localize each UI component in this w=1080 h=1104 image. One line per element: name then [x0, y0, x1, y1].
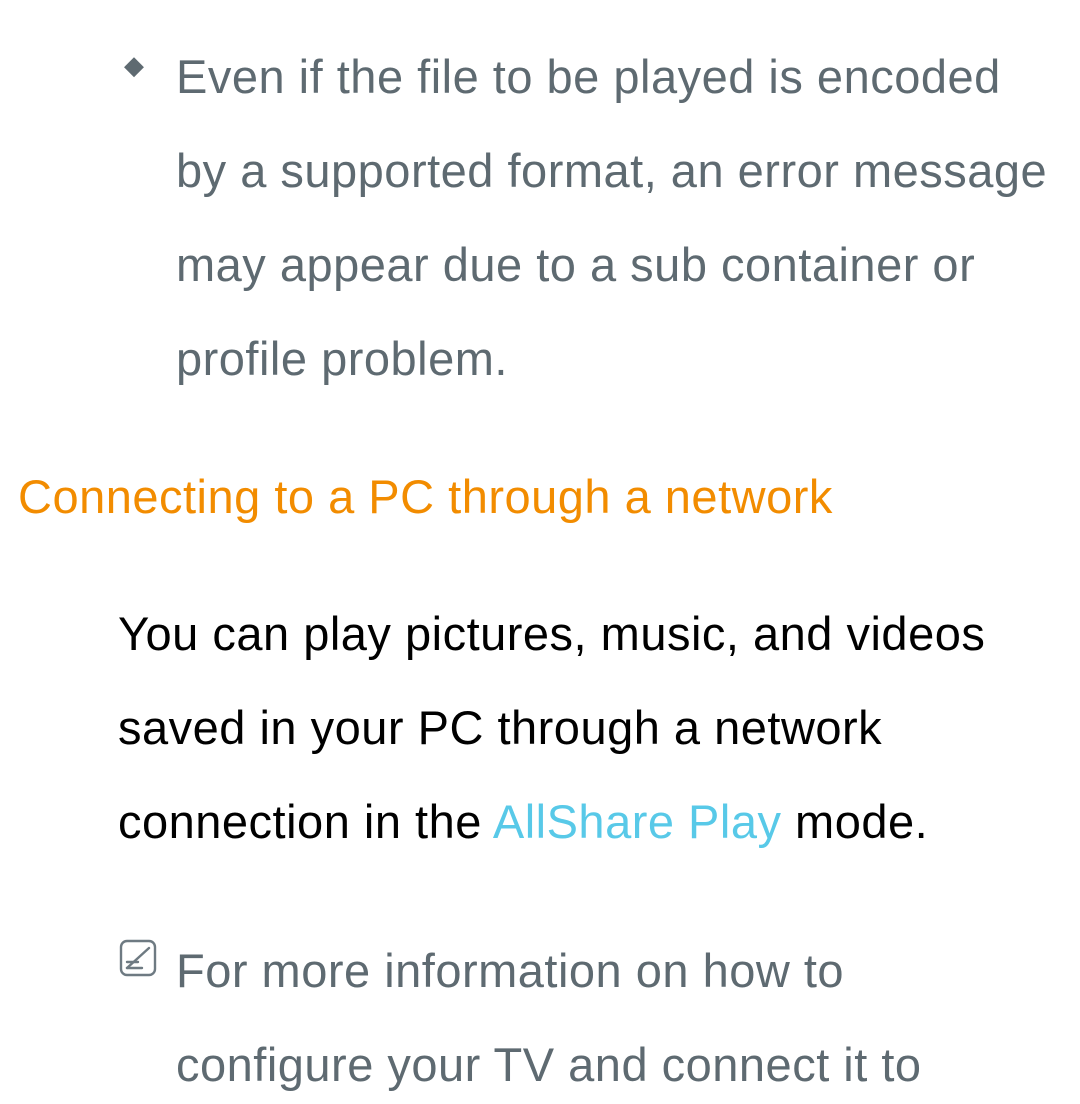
note-text: For more information on how to configure… [176, 924, 1050, 1104]
allshare-play-link: AllShare Play [493, 795, 782, 848]
note-item: For more information on how to configure… [118, 924, 1050, 1104]
diamond-bullet-icon: ◆ [118, 30, 176, 406]
paragraph-post: mode. [781, 795, 928, 848]
bullet-text: Even if the file to be played is encoded… [176, 30, 1050, 406]
section-heading: Connecting to a PC through a network [18, 466, 1050, 527]
bullet-item: ◆ Even if the file to be played is encod… [118, 30, 1050, 406]
note-icon [118, 924, 176, 1104]
document-page: ◆ Even if the file to be played is encod… [0, 0, 1080, 1104]
body-paragraph: You can play pictures, music, and videos… [118, 587, 1050, 869]
